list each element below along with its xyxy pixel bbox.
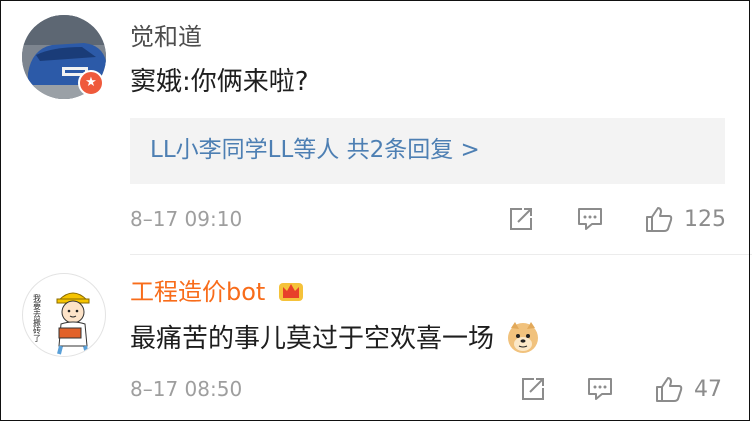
comment-text: 最痛苦的事儿莫过于空欢喜一场	[130, 320, 540, 363]
repost-icon	[510, 208, 532, 230]
comment-item: 我要去搬砖了 工程造价bot 最痛苦的事儿莫过于空欢喜一场 8–17 08:50…	[0, 255, 752, 423]
avatar-caption: 我要去搬砖了	[33, 293, 42, 342]
timestamp: 8–17 09:10	[130, 207, 243, 231]
timestamp: 8–17 08:50	[130, 377, 243, 401]
reply-summary-link[interactable]: LL小李同学LL等人 共2条回复 >	[150, 134, 480, 166]
comment-text: 窦娥:你俩来啦?	[130, 67, 309, 97]
thumbs-up-icon	[656, 377, 683, 402]
comment-icon	[588, 378, 612, 400]
repost-button[interactable]	[508, 205, 534, 233]
like-button[interactable]: 47	[654, 375, 722, 403]
verified-star-icon: ★	[78, 70, 104, 96]
crown-icon	[277, 277, 305, 310]
reply-button[interactable]	[586, 375, 614, 403]
doge-icon	[506, 320, 540, 363]
username[interactable]: 觉和道	[130, 22, 202, 52]
cartoon-worker-image: 我要去搬砖了	[33, 292, 90, 355]
comment-item: ★ 觉和道 窦娥:你俩来啦? LL小李同学LL等人 共2条回复 > 8–17 0…	[0, 0, 752, 255]
username[interactable]: 工程造价bot	[130, 277, 305, 310]
reply-summary-box[interactable]: LL小李同学LL等人 共2条回复 >	[130, 118, 725, 184]
comment-icon	[578, 208, 602, 230]
username-text: 工程造价bot	[130, 278, 266, 306]
avatar[interactable]: 我要去搬砖了	[22, 273, 106, 357]
like-button[interactable]: 125	[644, 205, 726, 233]
thumbs-up-icon	[646, 207, 673, 232]
repost-button[interactable]	[520, 375, 546, 403]
repost-icon	[522, 378, 544, 400]
reply-button[interactable]	[576, 205, 604, 233]
comment-text-content: 最痛苦的事儿莫过于空欢喜一场	[130, 324, 495, 354]
like-count: 47	[694, 376, 722, 402]
like-count: 125	[684, 206, 726, 232]
